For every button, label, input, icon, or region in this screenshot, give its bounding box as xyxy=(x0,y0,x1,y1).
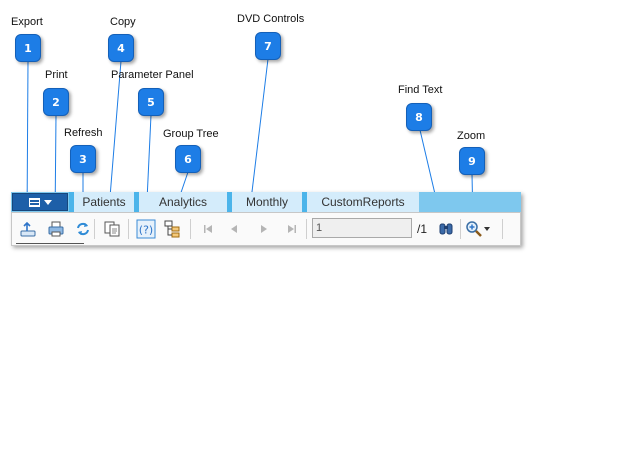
page-number-input[interactable]: 1 xyxy=(312,218,412,238)
find-text-button[interactable] xyxy=(436,219,456,239)
last-page-button[interactable] xyxy=(282,219,302,239)
tab-monthly[interactable]: Monthly xyxy=(232,192,302,212)
zoom-dropdown-button[interactable] xyxy=(482,219,492,239)
callout-badge-4: 4 xyxy=(108,34,134,62)
callout-badge-9: 9 xyxy=(459,147,485,175)
zoom-button[interactable] xyxy=(464,219,484,239)
callout-label-refresh: Refresh xyxy=(64,127,103,139)
next-page-icon xyxy=(261,225,267,233)
next-page-button[interactable] xyxy=(254,219,274,239)
callout-badge-3: 3 xyxy=(70,145,96,173)
last-page-icon xyxy=(288,225,296,233)
copy-icon xyxy=(104,221,120,237)
callout-label-find-text: Find Text xyxy=(398,84,443,96)
print-button[interactable] xyxy=(46,219,66,239)
callout-badge-6: 6 xyxy=(175,145,201,173)
callout-label-parameter-panel: Parameter Panel xyxy=(111,69,194,81)
refresh-icon xyxy=(77,222,89,236)
callout-label-group-tree: Group Tree xyxy=(163,128,219,140)
report-viewer-toolbar: Patients Analytics Monthly CustomReports xyxy=(11,192,521,246)
parameter-panel-icon: (?) xyxy=(136,219,156,239)
callout-label-copy: Copy xyxy=(110,16,136,28)
tab-strip: Patients Analytics Monthly CustomReports xyxy=(11,192,521,212)
refresh-button[interactable] xyxy=(73,219,93,239)
group-tree-icon xyxy=(164,220,180,238)
callout-label-zoom: Zoom xyxy=(457,130,486,142)
page-total-label: /1 xyxy=(417,222,428,236)
chevron-down-icon xyxy=(43,199,52,205)
export-button[interactable] xyxy=(18,219,38,239)
menu-icon xyxy=(28,197,40,207)
previous-page-icon xyxy=(231,225,237,233)
callout-badge-8: 8 xyxy=(406,103,432,131)
find-text-icon xyxy=(439,223,453,235)
previous-page-button[interactable] xyxy=(224,219,244,239)
copy-button[interactable] xyxy=(102,219,122,239)
svg-text:(?): (?) xyxy=(139,224,153,237)
callout-badge-7: 7 xyxy=(255,32,281,60)
tab-patients[interactable]: Patients xyxy=(74,192,134,212)
callout-label-dvd-controls: DVD Controls xyxy=(237,13,305,25)
zoom-dropdown-arrow-icon xyxy=(484,227,490,231)
callout-label-print: Print xyxy=(45,69,68,81)
toolbar-buttons-row: (?) 1 /1 xyxy=(11,212,521,246)
tab-analytics[interactable]: Analytics xyxy=(139,192,227,212)
callout-badge-5: 5 xyxy=(138,88,164,116)
first-page-icon xyxy=(204,225,212,233)
callout-badge-1: 1 xyxy=(15,34,41,62)
export-icon xyxy=(20,221,36,237)
tab-customreports[interactable]: CustomReports xyxy=(307,192,419,212)
refresh-underline xyxy=(16,243,84,244)
print-icon xyxy=(48,221,64,237)
group-tree-button[interactable] xyxy=(162,219,182,239)
callout-badge-2: 2 xyxy=(43,88,69,116)
zoom-icon xyxy=(466,221,482,237)
first-page-button[interactable] xyxy=(198,219,218,239)
callout-label-export: Export xyxy=(11,16,43,28)
main-menu-button[interactable] xyxy=(12,193,68,211)
parameter-panel-button[interactable]: (?) xyxy=(136,219,156,239)
